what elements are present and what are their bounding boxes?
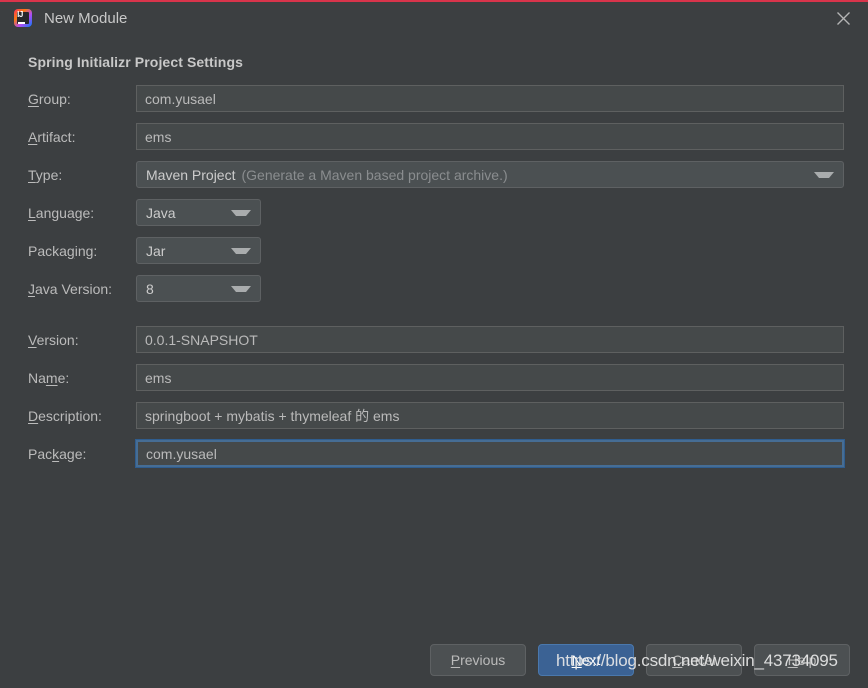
- type-label: Type:: [28, 166, 63, 183]
- spring-initializr-form: Group: com.yusael Artifact: ems Type: Ma…: [24, 84, 845, 468]
- form-row-description: Description: springboot + mybatis + thym…: [24, 401, 844, 430]
- chevron-down-icon: [231, 209, 251, 216]
- language-value: Java: [146, 204, 176, 221]
- java-version-value: 8: [146, 280, 154, 297]
- packaging-dropdown[interactable]: Jar: [136, 237, 261, 264]
- next-button[interactable]: Next: [538, 644, 634, 676]
- new-module-dialog: IJ New Module Spring Initializr Project …: [0, 0, 868, 688]
- description-value: springboot + mybatis + thymeleaf 的 ems: [145, 407, 400, 424]
- language-dropdown[interactable]: Java: [136, 199, 261, 226]
- dialog-content: Spring Initializr Project Settings Group…: [0, 34, 868, 688]
- package-value: com.yusael: [146, 445, 217, 462]
- chevron-down-icon: [231, 285, 251, 292]
- form-row-type: Type: Maven Project (Generate a Maven ba…: [24, 160, 844, 189]
- form-row-artifact: Artifact: ems: [24, 122, 844, 151]
- java-version-dropdown[interactable]: 8: [136, 275, 261, 302]
- name-input[interactable]: ems: [136, 364, 844, 391]
- form-row-packaging: Packaging: Jar: [24, 236, 844, 265]
- name-value: ems: [145, 369, 172, 386]
- intellij-idea-icon: IJ: [14, 9, 32, 27]
- package-input[interactable]: com.yusael: [135, 439, 845, 468]
- artifact-label: Artifact:: [28, 128, 76, 145]
- version-input[interactable]: 0.0.1-SNAPSHOT: [136, 326, 844, 353]
- cancel-button[interactable]: Cancel: [646, 644, 742, 676]
- group-value: com.yusael: [145, 90, 216, 107]
- group-input[interactable]: com.yusael: [136, 85, 844, 112]
- type-dropdown[interactable]: Maven Project (Generate a Maven based pr…: [136, 161, 844, 188]
- type-hint: (Generate a Maven based project archive.…: [241, 166, 508, 183]
- dialog-title: New Module: [44, 9, 128, 27]
- type-value: Maven Project: [146, 166, 236, 183]
- form-row-version: Version: 0.0.1-SNAPSHOT: [24, 325, 844, 354]
- form-row-java-version: Java Version: 8: [24, 274, 844, 303]
- artifact-value: ems: [145, 128, 172, 145]
- chevron-down-icon: [814, 171, 834, 178]
- java-version-label: Java Version:: [28, 280, 113, 297]
- form-row-language: Language: Java: [24, 198, 844, 227]
- version-label: Version:: [28, 331, 79, 348]
- previous-button[interactable]: Previous: [430, 644, 526, 676]
- language-label: Language:: [28, 204, 95, 221]
- version-value: 0.0.1-SNAPSHOT: [145, 331, 258, 348]
- form-row-name: Name: ems: [24, 363, 844, 392]
- packaging-value: Jar: [146, 242, 166, 259]
- chevron-down-icon: [231, 247, 251, 254]
- form-row-group: Group: com.yusael: [24, 84, 844, 113]
- group-label: Group:: [28, 90, 71, 107]
- form-row-package: Package: com.yusael: [24, 439, 845, 468]
- packaging-label: Packaging:: [28, 242, 98, 259]
- dialog-titlebar: IJ New Module: [0, 2, 868, 34]
- artifact-input[interactable]: ems: [136, 123, 844, 150]
- package-label: Package:: [28, 445, 87, 462]
- page-title: Spring Initializr Project Settings: [28, 54, 243, 70]
- description-label: Description:: [28, 407, 102, 424]
- dialog-footer: Previous Next Cancel Help: [0, 644, 868, 688]
- description-input[interactable]: springboot + mybatis + thymeleaf 的 ems: [136, 402, 844, 429]
- close-icon[interactable]: [822, 3, 864, 33]
- name-label: Name:: [28, 369, 70, 386]
- help-button[interactable]: Help: [754, 644, 850, 676]
